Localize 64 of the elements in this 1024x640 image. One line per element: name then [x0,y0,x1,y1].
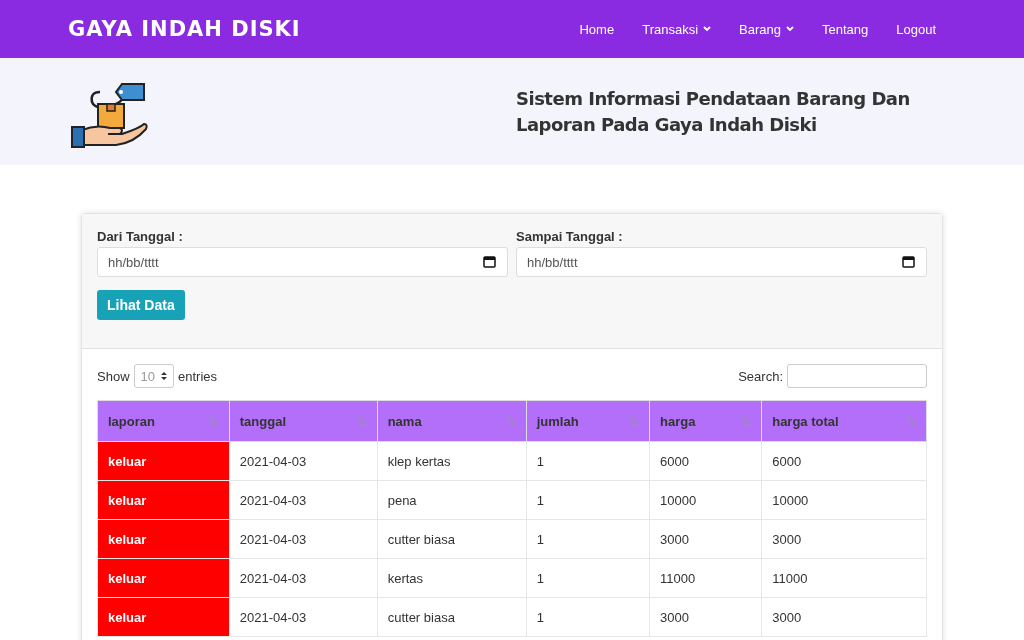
table-cell: 3000 [761,519,927,559]
report-type-cell: keluar [97,597,230,637]
nav-link[interactable]: Barang [739,21,794,37]
sort-icon [356,415,367,427]
table-cell: 2021-04-03 [229,558,378,598]
table-cell: 3000 [649,597,762,637]
column-header[interactable]: laporan [97,400,230,442]
date-field[interactable]: hh/bb/tttt [516,247,927,277]
table-cell: 11000 [761,558,927,598]
sort-icon [906,415,916,427]
table-cell: 2021-04-03 [229,597,378,637]
table-cell: 1 [526,558,650,598]
nav-link[interactable]: Home [579,21,615,37]
date-field[interactable]: hh/bb/tttt [97,247,508,277]
table-cell: klep kertas [377,441,527,481]
calendar-icon [902,255,915,268]
caret-icon [785,26,794,32]
search-field[interactable] [787,364,927,388]
show-label: Show [97,368,130,384]
table-cell: 6000 [649,441,762,481]
table-cell: 6000 [761,441,927,481]
table-cell: 10000 [761,480,927,520]
report-type-cell: keluar [97,441,230,481]
table-cell: 1 [526,597,650,637]
brand-name[interactable]: GAYA INDAH DISKI [68,17,301,41]
column-header[interactable]: nama [377,400,527,442]
report-type-cell: keluar [97,519,230,559]
sort-icon [161,371,167,381]
column-header[interactable]: tanggal [229,400,378,442]
table-cell: 2021-04-03 [229,519,378,559]
table-cell: kertas [377,558,527,598]
sort-icon [628,415,639,427]
sort-icon [505,415,516,427]
report-type-cell: keluar [97,480,230,520]
column-header[interactable]: harga total [761,400,927,442]
search-label: Search: [738,368,783,384]
caret-icon [703,26,712,32]
sort-icon [741,415,752,427]
report-type-cell: keluar [97,558,230,598]
page-title: Sistem Informasi Pendataan Barang Dan Laporan Pada Gaya Indah Diski [516,86,911,137]
column-header[interactable]: jumlah [526,400,650,442]
sort-icon [208,415,219,427]
table-cell: 3000 [649,519,762,559]
table-cell: cutter biasa [377,597,527,637]
nav-link[interactable]: Tentang [821,21,869,37]
page-length-select[interactable]: 10 [133,364,174,388]
calendar-icon [483,255,496,268]
entries-label: entries [178,368,218,384]
table-cell: 2021-04-03 [229,441,378,481]
table-cell: 1 [526,480,650,520]
column-header[interactable]: harga [649,400,762,442]
table-cell: 2021-04-03 [229,480,378,520]
field-label: Sampai Tanggal : [516,229,624,244]
table-cell: 10000 [649,480,762,520]
table-cell: 1 [526,441,650,481]
view-data-button[interactable]: Lihat Data [97,290,185,320]
table-cell: cutter biasa [377,519,527,559]
table-cell: 11000 [649,558,762,598]
table-cell: 3000 [761,597,927,637]
field-label: Dari Tanggal : [97,229,184,244]
nav-link[interactable]: Logout [896,21,936,37]
table-cell: pena [377,480,527,520]
table-cell: 1 [526,519,650,559]
nav-link[interactable]: Transaksi [642,21,712,37]
